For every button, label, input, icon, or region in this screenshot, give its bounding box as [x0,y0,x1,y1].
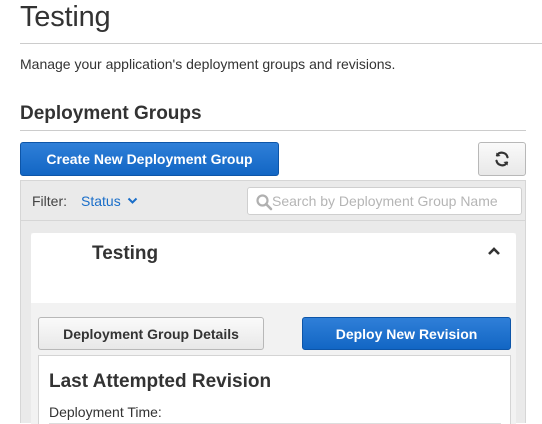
filter-status-dropdown[interactable]: Status [81,193,138,209]
search-icon [256,194,273,211]
deploy-new-revision-button[interactable]: Deploy New Revision [302,317,511,350]
deployment-group-details-button[interactable]: Deployment Group Details [38,317,264,350]
section-divider [20,130,526,131]
last-attempted-revision-title: Last Attempted Revision [49,371,272,392]
filter-label: Filter: [32,193,67,209]
search-input[interactable] [272,188,521,214]
title-divider [20,43,542,44]
filter-bar: Filter: Status [21,181,525,221]
deployment-group-header[interactable]: Testing [31,233,516,303]
create-deployment-group-button[interactable]: Create New Deployment Group [20,142,279,176]
page-title: Testing [20,1,111,33]
page-subtitle: Manage your application's deployment gro… [20,56,396,72]
section-title: Deployment Groups [20,103,202,124]
chevron-up-icon[interactable] [487,245,501,257]
refresh-icon [495,151,509,167]
deployment-group-name: Testing [92,243,159,264]
deployment-groups-panel: Filter: Status Testing Deployment Group … [20,180,526,424]
deployment-group-card: Testing Deployment Group Details Deploy … [31,233,516,424]
refresh-button[interactable] [478,142,526,176]
chevron-down-icon [127,197,137,204]
search-box [247,187,522,215]
filter-selected-value: Status [81,193,121,209]
last-attempted-revision-box: Last Attempted Revision Deployment Time: [38,355,511,424]
deployment-time-label: Deployment Time: [49,404,162,420]
